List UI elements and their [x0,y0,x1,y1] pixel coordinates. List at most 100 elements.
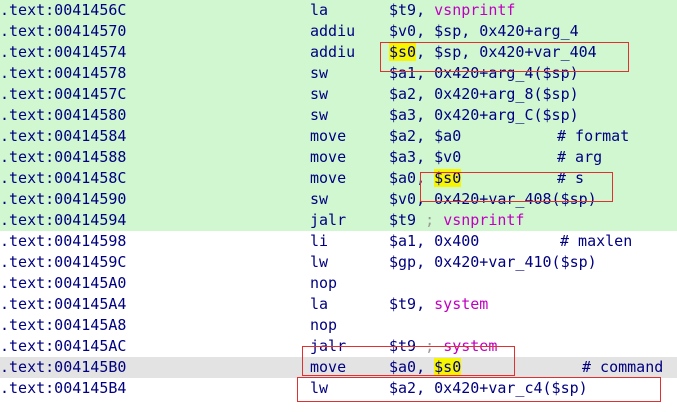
listing-row[interactable]: .text:00414570 addiu $v0, $sp, 0x420+arg_4 [0,21,677,42]
symbol-reference[interactable]: system [434,295,488,313]
mnemonic: jalr [310,337,347,355]
mnemonic: addiu [310,22,356,40]
comment: # command [582,358,664,376]
operands: $v0, $sp, 0x420+arg_4 [389,21,579,42]
operand-text: $gp, 0x420+var_410($sp) [389,253,597,271]
listing-row[interactable]: .text:00414590 sw $v0, 0x420+var_408($sp) [0,189,677,210]
address-label: .text:00414584 [0,127,127,145]
mnemonic: lw [310,379,329,397]
operands: $a1, 0x420+arg_4($sp) [389,63,579,84]
listing-row[interactable]: .text:00414598 li $a1, 0x400 # maxlen [0,231,677,252]
mnemonic: move [310,127,347,145]
listing-row[interactable]: .text:00414584 move $a2, $a0 # format [0,126,677,147]
mnemonic: sw [310,190,329,208]
operand-text: $a2, 0x420+arg_8($sp) [389,85,579,103]
mnemonic: sw [310,106,329,124]
address-label: .text:00414574 [0,43,127,61]
operand-text: $v0, 0x420+var_408($sp) [389,190,597,208]
address-label: .text:00414578 [0,64,127,82]
listing-row[interactable]: .text:004145A8 nop [0,315,677,336]
operands: $a1, 0x400 [389,231,479,252]
listing-row[interactable]: .text:00414594 jalr $t9 ; vsnprintf [0,210,677,231]
operand-text: $a1, 0x420+arg_4($sp) [389,64,579,82]
comment: # s [557,169,585,187]
listing-row[interactable]: .text:004145AC jalr $t9 ; system [0,336,677,357]
comment: # arg [557,148,603,166]
comment: # format [557,127,630,145]
address-label: .text:004145A0 [0,274,127,292]
mnemonic: jalr [310,211,347,229]
listing-row[interactable]: .text:004145B0 move $a0, $s0 # command [0,357,677,378]
operands: $a0, $s0 [389,168,462,189]
operand-text: $a0, [389,169,435,187]
mnemonic: nop [310,316,338,334]
highlighted-register[interactable]: $s0 [434,358,462,376]
operand-text: $v0, $sp, 0x420+arg_4 [389,22,579,40]
operand-text: $a3, $v0 [389,148,462,166]
address-label: .text:0041458C [0,169,127,187]
operands: $t9 ; system [389,336,497,357]
operands: $a2, 0x420+arg_8($sp) [389,84,579,105]
address-label: .text:00414594 [0,211,127,229]
symbol-reference[interactable]: vsnprintf [443,211,524,229]
highlighted-register[interactable]: $s0 [434,169,462,187]
address-label: .text:0041459C [0,253,127,271]
address-label: .text:00414580 [0,106,127,124]
address-label: .text:004145AC [0,337,127,355]
operand-text: $a2, 0x420+var_c4($sp) [389,379,588,397]
operand-text: $t9, [389,295,435,313]
operands: $a3, $v0 [389,147,461,168]
listing-row[interactable]: .text:00414580 sw $a3, 0x420+arg_C($sp) [0,105,677,126]
listing-row[interactable]: .text:0041458C move $a0, $s0 # s [0,168,677,189]
mnemonic: lw [310,253,329,271]
symbol-reference[interactable]: vsnprintf [434,1,515,19]
listing-row[interactable]: .text:004145A4 la $t9, system [0,294,677,315]
disassembly-listing: .text:0041456C la $t9, vsnprintf .text:0041… [0,0,677,412]
address-label: .text:004145A4 [0,295,127,313]
operand-text: $t9, [389,1,435,19]
mnemonic: move [310,148,347,166]
mnemonic: sw [310,64,329,82]
mnemonic: addiu [310,43,356,61]
operand-text: $a3, 0x420+arg_C($sp) [389,106,579,124]
operand-text: $t9 [389,211,426,229]
operands: $t9, system [389,294,488,315]
highlighted-register[interactable]: $s0 [389,43,417,61]
comment: # maxlen [560,232,633,250]
listing-row[interactable]: .text:0041456C la $t9, vsnprintf [0,0,677,21]
listing-row[interactable]: .text:00414588 move $a3, $v0 # arg [0,147,677,168]
listing-row[interactable]: .text:004145A0 nop [0,273,677,294]
operands: $a0, $s0 [389,357,462,378]
address-label: .text:00414588 [0,148,127,166]
mnemonic: la [310,295,329,313]
address-label: .text:004145A8 [0,316,127,334]
operands: $t9 ; vsnprintf [389,210,524,231]
operands: $s0, $sp, 0x420+var_404 [389,42,597,63]
operands: $a2, 0x420+var_c4($sp) [389,378,588,399]
listing-row[interactable]: .text:0041459C lw $gp, 0x420+var_410($sp) [0,252,677,273]
operands: $v0, 0x420+var_408($sp) [389,189,597,210]
symbol-reference[interactable]: system [443,337,497,355]
operands: $t9, vsnprintf [389,0,515,21]
operands: $gp, 0x420+var_410($sp) [389,252,597,273]
operand-text: ; [425,337,444,355]
listing-row[interactable]: .text:004145B4 lw $a2, 0x420+var_c4($sp) [0,378,677,399]
address-label: .text:004145B0 [0,358,127,376]
listing-row[interactable]: .text:00414578 sw $a1, 0x420+arg_4($sp) [0,63,677,84]
operand-text: $a1, 0x400 [389,232,480,250]
address-label: .text:0041457C [0,85,127,103]
listing-row[interactable]: .text:00414574 addiu $s0, $sp, 0x420+var_4… [0,42,677,63]
address-label: .text:00414570 [0,22,127,40]
mnemonic: sw [310,85,329,103]
listing-row[interactable]: .text:0041457C sw $a2, 0x420+arg_8($sp) [0,84,677,105]
operand-text: $a0, [389,358,435,376]
mnemonic: move [310,169,347,187]
address-label: .text:00414598 [0,232,127,250]
mnemonic: li [310,232,329,250]
operands: $a3, 0x420+arg_C($sp) [389,105,579,126]
mnemonic: la [310,1,329,19]
operand-text: $t9 [389,337,426,355]
address-label: .text:0041456C [0,1,127,19]
operand-text: ; [425,211,444,229]
operands: $a2, $a0 [389,126,461,147]
